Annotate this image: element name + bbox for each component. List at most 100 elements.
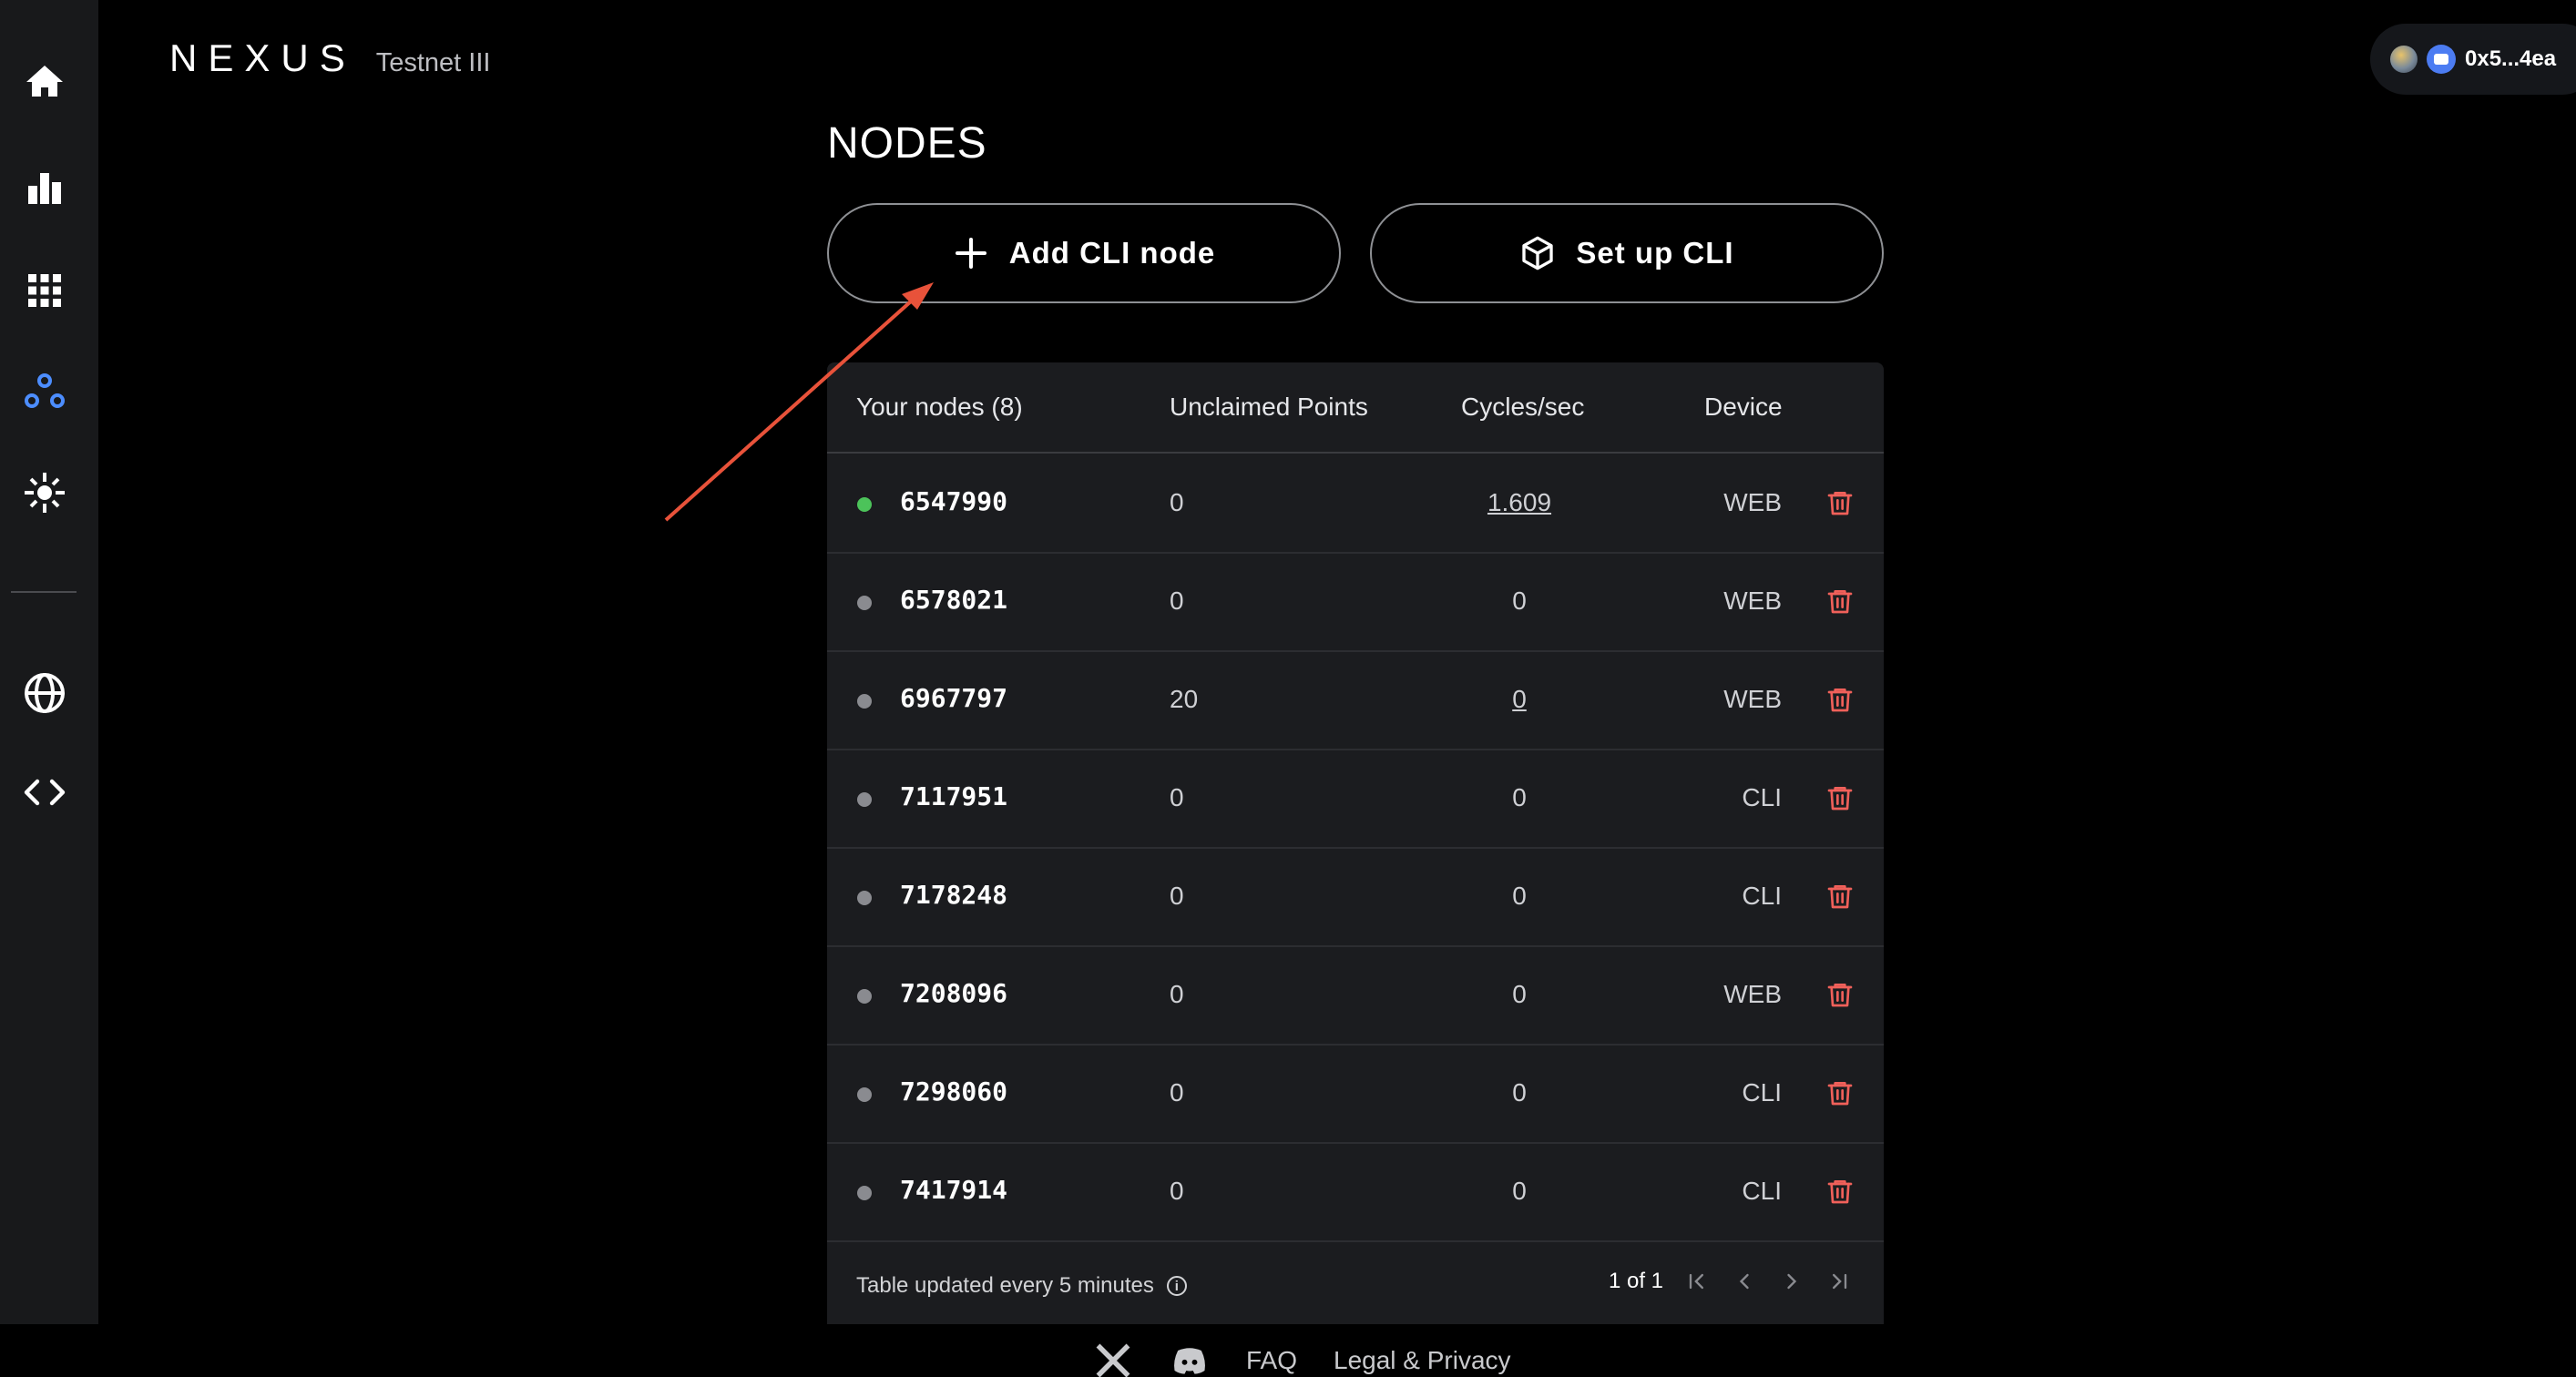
device-type: WEB <box>1723 586 1782 615</box>
first-page-icon[interactable] <box>1683 1268 1711 1295</box>
cube-icon <box>1522 236 1554 270</box>
unclaimed-points: 0 <box>1170 980 1184 1008</box>
status-dot <box>857 1087 872 1102</box>
network-label: Testnet III <box>375 48 491 77</box>
pagination: 1 of 1 <box>1609 1268 1853 1295</box>
cycles-per-sec[interactable]: 1.609 <box>1465 488 1574 517</box>
node-id[interactable]: 6967797 <box>900 683 1007 713</box>
device-type: CLI <box>1742 1177 1782 1205</box>
wallet-address: 0x5...4ea <box>2465 46 2557 71</box>
delete-node-icon[interactable] <box>1825 781 1855 814</box>
page: NEXUS Testnet III 0x5...4ea NODES Add CL… <box>0 0 2576 1377</box>
sidebar-divider <box>11 591 77 593</box>
table-row: 6578021 0 0 WEB <box>827 552 1884 652</box>
x-twitter-icon[interactable] <box>1093 1341 1133 1377</box>
sidebar <box>0 0 98 1324</box>
device-type: WEB <box>1723 685 1782 713</box>
unclaimed-points: 20 <box>1170 685 1199 713</box>
unclaimed-points: 0 <box>1170 783 1184 811</box>
device-type: CLI <box>1742 1078 1782 1107</box>
status-dot <box>857 891 872 905</box>
plus-icon <box>955 238 986 269</box>
device-type: WEB <box>1723 980 1782 1008</box>
cycles-per-sec: 0 <box>1512 980 1527 1008</box>
table-row: 6967797 20 0 WEB <box>827 650 1884 750</box>
code-icon[interactable] <box>20 768 69 817</box>
unclaimed-points: 0 <box>1170 488 1184 516</box>
cycles-per-sec: 0 <box>1512 882 1527 910</box>
info-icon[interactable]: i <box>1166 1276 1187 1296</box>
unclaimed-points: 0 <box>1170 586 1184 615</box>
faq-link[interactable]: FAQ <box>1246 1346 1297 1375</box>
node-id[interactable]: 6547990 <box>900 486 1007 516</box>
prev-page-icon[interactable] <box>1731 1268 1758 1295</box>
delete-node-icon[interactable] <box>1825 486 1855 519</box>
delete-node-icon[interactable] <box>1825 683 1855 716</box>
cycles-per-sec: 0 <box>1512 1078 1527 1107</box>
bar-chart-icon[interactable] <box>20 163 69 212</box>
delete-node-icon[interactable] <box>1825 585 1855 617</box>
globe-icon[interactable] <box>20 668 69 718</box>
node-id[interactable]: 7208096 <box>900 978 1007 1008</box>
header-unclaimed-points: Unclaimed Points <box>1170 393 1368 421</box>
table-footer-note: Table updated every 5 minutes i <box>856 1273 1187 1299</box>
set-up-cli-button[interactable]: Set up CLI <box>1370 203 1884 303</box>
update-note: Table updated every 5 minutes <box>856 1273 1154 1298</box>
last-page-icon[interactable] <box>1825 1268 1853 1295</box>
grid-icon[interactable] <box>20 266 69 315</box>
device-type: WEB <box>1723 488 1782 516</box>
table-row: 7117951 0 0 CLI <box>827 749 1884 849</box>
table-row: 7298060 0 0 CLI <box>827 1044 1884 1144</box>
table-header: Your nodes (8) Unclaimed Points Cycles/s… <box>827 362 1884 454</box>
table-row: 7208096 0 0 WEB <box>827 945 1884 1046</box>
status-dot <box>857 497 872 512</box>
home-icon[interactable] <box>20 57 69 107</box>
node-id[interactable]: 7298060 <box>900 1076 1007 1107</box>
cycles-per-sec: 0 <box>1512 783 1527 811</box>
unclaimed-points: 0 <box>1170 882 1184 910</box>
nodes-icon[interactable] <box>20 367 69 416</box>
add-cli-node-label: Add CLI node <box>1008 236 1216 270</box>
status-dot <box>857 1186 872 1200</box>
brand: NEXUS Testnet III <box>169 36 490 80</box>
delete-node-icon[interactable] <box>1825 978 1855 1011</box>
status-dot <box>857 596 872 610</box>
next-page-icon[interactable] <box>1778 1268 1805 1295</box>
avatar <box>2390 46 2418 73</box>
footer: FAQ Legal & Privacy <box>1093 1341 1511 1377</box>
page-title: NODES <box>827 119 987 168</box>
discord-icon[interactable] <box>1170 1341 1210 1377</box>
status-dot <box>857 989 872 1004</box>
delete-node-icon[interactable] <box>1825 1076 1855 1109</box>
sparkle-icon[interactable] <box>20 468 69 517</box>
add-cli-node-button[interactable]: Add CLI node <box>827 203 1341 303</box>
page-indicator: 1 of 1 <box>1608 1269 1663 1293</box>
header-cycles: Cycles/sec <box>1461 393 1585 421</box>
delete-node-icon[interactable] <box>1825 880 1855 913</box>
cycles-per-sec[interactable]: 0 <box>1465 685 1574 714</box>
unclaimed-points: 0 <box>1170 1177 1184 1205</box>
table-row: 7178248 0 0 CLI <box>827 847 1884 947</box>
set-up-cli-label: Set up CLI <box>1576 236 1734 270</box>
node-id[interactable]: 7178248 <box>900 880 1007 910</box>
status-dot <box>857 694 872 709</box>
brand-logo[interactable]: NEXUS <box>169 36 356 80</box>
unclaimed-points: 0 <box>1170 1078 1184 1107</box>
device-type: CLI <box>1742 882 1782 910</box>
cycles-per-sec: 0 <box>1512 586 1527 615</box>
device-type: CLI <box>1742 783 1782 811</box>
header-your-nodes: Your nodes (8) <box>856 393 1023 421</box>
table-row: 6547990 0 1.609 WEB <box>827 454 1884 554</box>
status-dot <box>857 792 872 807</box>
network-icon <box>2427 45 2456 74</box>
node-id[interactable]: 7417914 <box>900 1175 1007 1205</box>
node-id[interactable]: 6578021 <box>900 585 1007 615</box>
legal-privacy-link[interactable]: Legal & Privacy <box>1334 1346 1511 1375</box>
wallet-button[interactable]: 0x5...4ea <box>2370 24 2576 95</box>
nodes-table: Your nodes (8) Unclaimed Points Cycles/s… <box>827 362 1884 1324</box>
header-device: Device <box>1704 393 1783 421</box>
node-id[interactable]: 7117951 <box>900 781 1007 811</box>
table-row: 7417914 0 0 CLI <box>827 1142 1884 1242</box>
delete-node-icon[interactable] <box>1825 1175 1855 1208</box>
cycles-per-sec: 0 <box>1512 1177 1527 1205</box>
